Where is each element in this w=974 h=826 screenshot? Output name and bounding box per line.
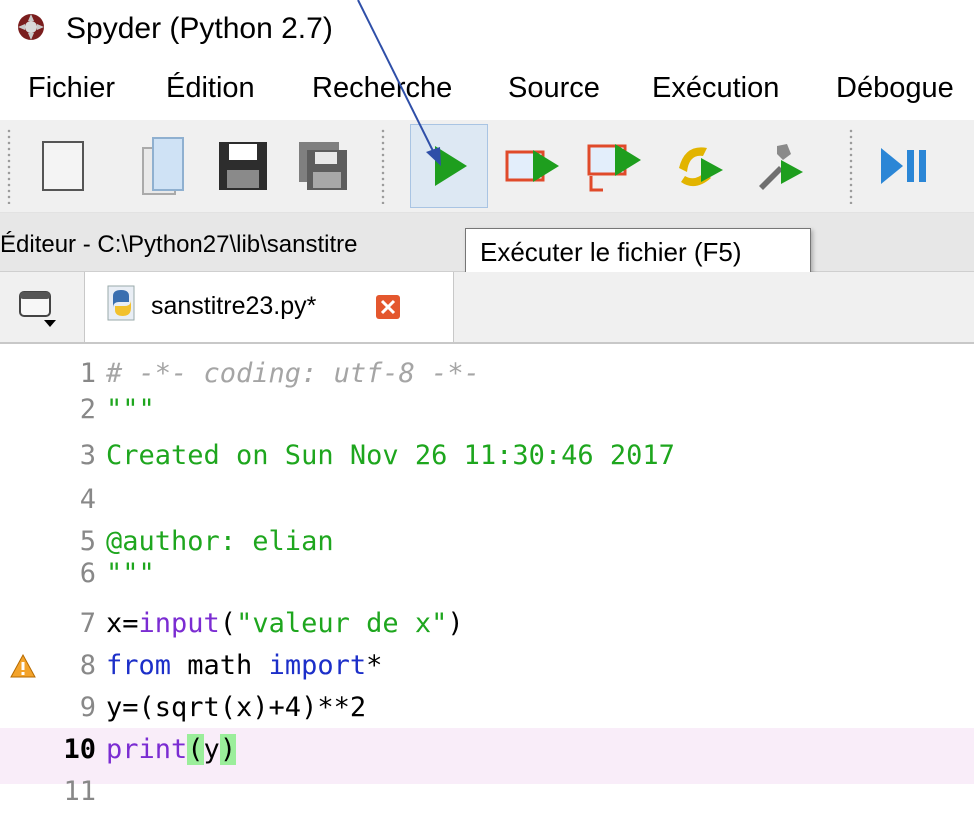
menu-recherche[interactable]: Recherche (312, 72, 452, 105)
window-title: Spyder (Python 2.7) (66, 12, 333, 45)
save-button[interactable] (204, 124, 282, 208)
editor-tab-bar: sanstitre23.py* (0, 272, 974, 344)
code-line: 11 (0, 770, 974, 826)
line-number: 7 (79, 608, 96, 639)
editor-path: Éditeur - C:\Python27\lib\sanstitre (0, 231, 358, 258)
run-configuration-icon (759, 144, 803, 190)
menu-edition[interactable]: Édition (166, 72, 255, 105)
run-selection-icon (679, 147, 723, 187)
new-file-icon (42, 141, 84, 191)
close-icon[interactable] (375, 294, 401, 320)
line-number: 10 (63, 734, 96, 765)
run-cell-button[interactable] (494, 124, 572, 208)
menu-debogue[interactable]: Débogue (836, 72, 954, 105)
run-selection-button[interactable] (660, 124, 738, 208)
toolbar-grip[interactable] (848, 128, 854, 204)
line-number: 2 (79, 394, 96, 425)
code-text: """ (106, 394, 155, 425)
run-cell-advance-icon (587, 144, 641, 192)
python-file-icon (107, 285, 135, 321)
line-number: 6 (79, 558, 96, 589)
run-cell-icon (505, 150, 559, 182)
debug-button[interactable] (866, 124, 944, 208)
tab-sanstitre23[interactable]: sanstitre23.py* (84, 272, 454, 342)
line-number: 9 (79, 692, 96, 723)
code-text: print(y) (106, 734, 237, 765)
line-number: 11 (63, 776, 96, 807)
run-tooltip: Exécuter le fichier (F5) (465, 228, 811, 276)
menu-execution[interactable]: Exécution (652, 72, 779, 105)
run-cell-advance-button[interactable] (576, 124, 654, 208)
new-file-button[interactable] (24, 124, 102, 208)
line-number: 8 (79, 650, 96, 681)
run-file-button[interactable] (410, 124, 488, 208)
menu-fichier[interactable]: Fichier (28, 72, 115, 105)
run-icon (435, 146, 467, 186)
toolbar-grip[interactable] (6, 128, 12, 204)
line-number: 4 (79, 484, 96, 515)
code-text: # -*- coding: utf-8 -*- (106, 358, 480, 389)
browse-tabs-icon[interactable] (16, 286, 58, 328)
line-number: 3 (79, 440, 96, 471)
code-text: """ (106, 558, 155, 589)
warning-icon[interactable] (10, 654, 36, 678)
save-all-icon (299, 142, 347, 190)
code-line: 6 """ (0, 552, 974, 608)
toolbar (0, 120, 974, 213)
code-text: from math import* (106, 650, 383, 681)
code-editor[interactable]: 1 # -*- coding: utf-8 -*- 2 """ 3 Create… (0, 344, 974, 807)
debug-icon (881, 148, 926, 184)
menu-bar: Fichier Édition Recherche Source Exécuti… (0, 62, 974, 120)
menu-source[interactable]: Source (508, 72, 600, 105)
tab-label: sanstitre23.py* (151, 292, 317, 320)
save-icon (219, 142, 267, 190)
code-text: y=(sqrt(x)+4)**2 (106, 692, 367, 723)
toolbar-grip[interactable] (380, 128, 386, 204)
title-bar: Spyder (Python 2.7) (0, 0, 974, 62)
open-file-button[interactable] (124, 124, 202, 208)
open-file-icon (142, 137, 184, 195)
code-text: x=input("valeur de x") (106, 608, 464, 639)
spyder-logo-icon (18, 14, 44, 40)
code-text: Created on Sun Nov 26 11:30:46 2017 (106, 440, 675, 471)
save-all-button[interactable] (284, 124, 362, 208)
run-configuration-button[interactable] (740, 124, 818, 208)
line-number: 1 (79, 358, 96, 389)
